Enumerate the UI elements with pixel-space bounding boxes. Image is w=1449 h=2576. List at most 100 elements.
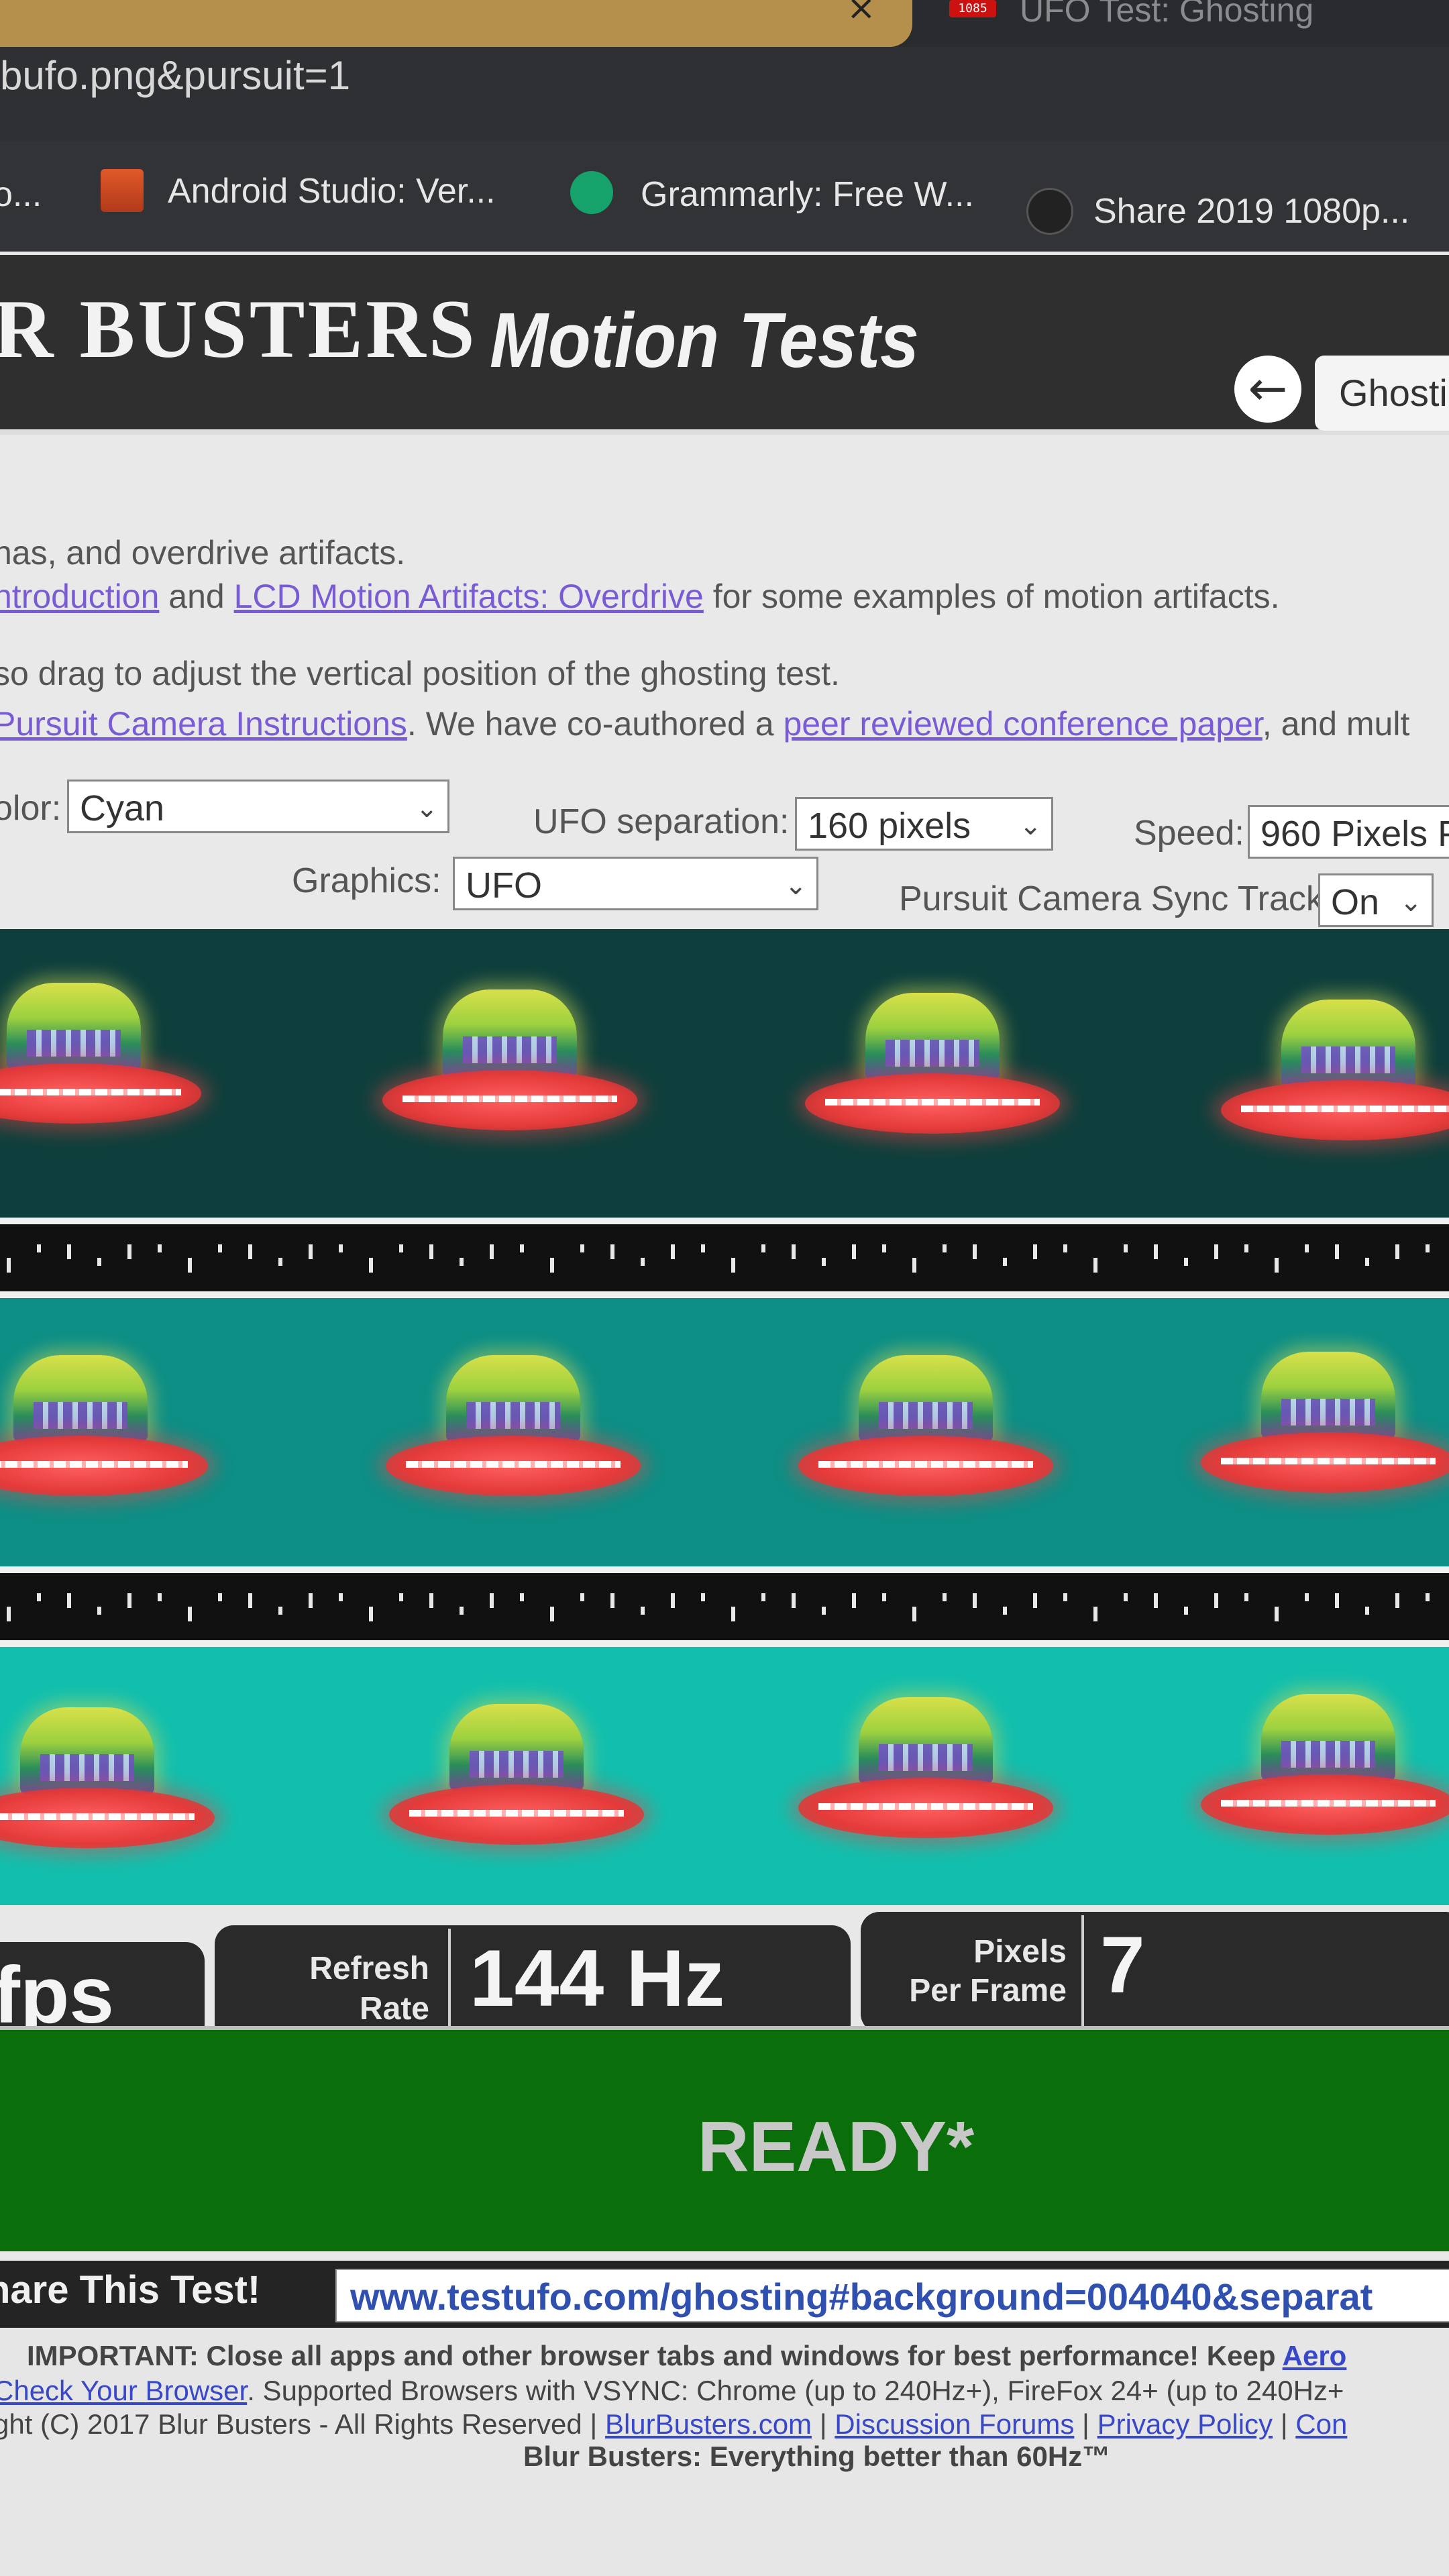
- sync-track-marker: [1244, 1593, 1248, 1601]
- bookmark-item[interactable]: o...: [0, 174, 42, 215]
- introduction-link[interactable]: ntroduction: [0, 578, 159, 615]
- sync-track-marker: [822, 1258, 826, 1266]
- info-line: Pursuit Camera Instructions. We have co-…: [0, 704, 1409, 743]
- sync-track-marker: [1305, 1593, 1309, 1601]
- ufo-graphic: [805, 993, 1060, 1140]
- sync-track-marker: [1003, 1258, 1007, 1266]
- sync-track-marker: [701, 1593, 705, 1601]
- sync-track-marker: [943, 1593, 947, 1601]
- footer-separator: |: [812, 2408, 835, 2440]
- sync-track-select-value: On: [1331, 882, 1380, 922]
- pursuit-sync-track: [0, 1566, 1449, 1647]
- color-select[interactable]: Cyan ⌄: [67, 780, 449, 833]
- sync-track-marker: [127, 1244, 131, 1259]
- forums-link[interactable]: Discussion Forums: [835, 2408, 1074, 2440]
- ufo-graphic: [386, 1355, 641, 1503]
- bookmark-item[interactable]: Share 2019 1080p...: [1093, 191, 1409, 231]
- sync-track-marker: [852, 1244, 856, 1259]
- overdrive-link[interactable]: LCD Motion Artifacts: Overdrive: [234, 578, 704, 615]
- footer-separator: |: [1074, 2408, 1097, 2440]
- ufo-dome: [13, 1355, 148, 1442]
- sync-track-marker: [7, 1258, 11, 1273]
- graphics-select[interactable]: UFO ⌄: [453, 857, 818, 910]
- address-url[interactable]: bufo.png&pursuit=1: [0, 52, 350, 99]
- info-line: nas, and overdrive artifacts.: [0, 534, 406, 572]
- footer-tagline: Blur Busters: Everything better than 60H…: [523, 2440, 1111, 2472]
- sync-track-marker: [37, 1593, 41, 1601]
- sync-track-marker: [309, 1244, 313, 1259]
- ufo-saucer: [389, 1784, 644, 1845]
- sync-track-marker: [1214, 1593, 1218, 1608]
- info-text: , and mult: [1262, 705, 1410, 743]
- sync-track-marker: [309, 1593, 313, 1608]
- back-arrow-icon[interactable]: ←: [1234, 356, 1301, 423]
- sync-track-marker: [520, 1244, 524, 1252]
- ufo-saucer: [1201, 1432, 1449, 1493]
- sync-track-marker: [369, 1258, 373, 1273]
- sync-track-marker: [641, 1258, 645, 1266]
- ppf-label-1: Pixels: [973, 1934, 1067, 1970]
- ufo-saucer: [798, 1778, 1053, 1838]
- speed-select[interactable]: 960 Pixels P: [1248, 805, 1449, 859]
- ufo-dome: [859, 1697, 993, 1784]
- color-select-value: Cyan: [80, 788, 165, 828]
- info-text: . We have co-authored a: [407, 705, 784, 743]
- sync-track-marker: [641, 1607, 645, 1615]
- browser-tab-title[interactable]: UFO Test: Ghosting: [1020, 0, 1313, 30]
- ufo-dome: [1261, 1352, 1395, 1439]
- privacy-link[interactable]: Privacy Policy: [1097, 2408, 1273, 2440]
- sync-track-marker: [520, 1593, 524, 1601]
- site-title: R BUSTERS: [0, 283, 478, 375]
- bookmark-item[interactable]: Android Studio: Ver...: [168, 171, 496, 211]
- sync-track-marker: [1305, 1244, 1309, 1252]
- contact-link[interactable]: Con: [1295, 2408, 1347, 2440]
- browser-tab-active[interactable]: [0, 0, 912, 47]
- sync-track-marker: [550, 1258, 554, 1273]
- check-browser-link[interactable]: Check Your Browser: [0, 2375, 247, 2406]
- sync-track-marker: [671, 1593, 675, 1608]
- sync-track-marker: [1365, 1258, 1369, 1266]
- sync-track-marker: [158, 1593, 162, 1601]
- sync-track-marker: [1184, 1258, 1188, 1266]
- sync-track-marker: [1335, 1593, 1339, 1608]
- sync-track-marker: [580, 1593, 584, 1601]
- share-url-field[interactable]: www.testufo.com/ghosting#background=0040…: [335, 2269, 1449, 2322]
- footer-important: IMPORTANT: Close all apps and other brow…: [27, 2340, 1346, 2372]
- ufo-graphic: [382, 989, 637, 1137]
- sync-track-marker: [1003, 1607, 1007, 1615]
- sync-track-marker: [882, 1244, 886, 1252]
- sync-track-marker: [1124, 1593, 1128, 1601]
- conference-paper-link[interactable]: peer reviewed conference paper: [783, 705, 1262, 743]
- sync-track-marker: [973, 1244, 977, 1259]
- aero-link[interactable]: Aero: [1283, 2340, 1347, 2371]
- sync-track-marker: [792, 1244, 796, 1259]
- tab-close-icon[interactable]: ×: [847, 0, 887, 28]
- sync-track-label: Pursuit Camera Sync Track:: [899, 879, 1334, 918]
- ppf-label-2: Per Frame: [909, 1973, 1067, 2008]
- ufo-saucer: [386, 1436, 641, 1496]
- ufo-graphic: [0, 1707, 215, 1855]
- sync-track-marker: [248, 1593, 252, 1608]
- pursuit-camera-link[interactable]: Pursuit Camera Instructions: [0, 705, 407, 743]
- sync-track-marker: [399, 1244, 403, 1252]
- sync-track-marker: [761, 1593, 765, 1601]
- sync-track-marker: [399, 1593, 403, 1601]
- ufo-graphic: [798, 1355, 1053, 1503]
- ppf-value: 7: [1100, 1920, 1145, 2010]
- blurbusters-link[interactable]: BlurBusters.com: [605, 2408, 812, 2440]
- sync-track-select[interactable]: On ⌄: [1318, 873, 1434, 927]
- separation-label: UFO separation:: [533, 802, 790, 841]
- tab-favicon-icon: 1085: [949, 0, 996, 17]
- grammarly-icon: [570, 171, 613, 214]
- sync-track-marker: [1395, 1244, 1399, 1259]
- test-select-button[interactable]: Ghosti: [1315, 356, 1449, 431]
- sync-track-marker: [761, 1244, 765, 1252]
- bookmark-item[interactable]: Grammarly: Free W...: [641, 174, 974, 215]
- sync-track-marker: [7, 1607, 11, 1621]
- sync-track-marker: [127, 1593, 131, 1608]
- sync-track-marker: [490, 1593, 494, 1608]
- sync-track-marker: [158, 1244, 162, 1252]
- color-label: olor:: [0, 789, 62, 828]
- sync-track-marker: [1426, 1593, 1430, 1601]
- separation-select[interactable]: 160 pixels ⌄: [795, 797, 1053, 851]
